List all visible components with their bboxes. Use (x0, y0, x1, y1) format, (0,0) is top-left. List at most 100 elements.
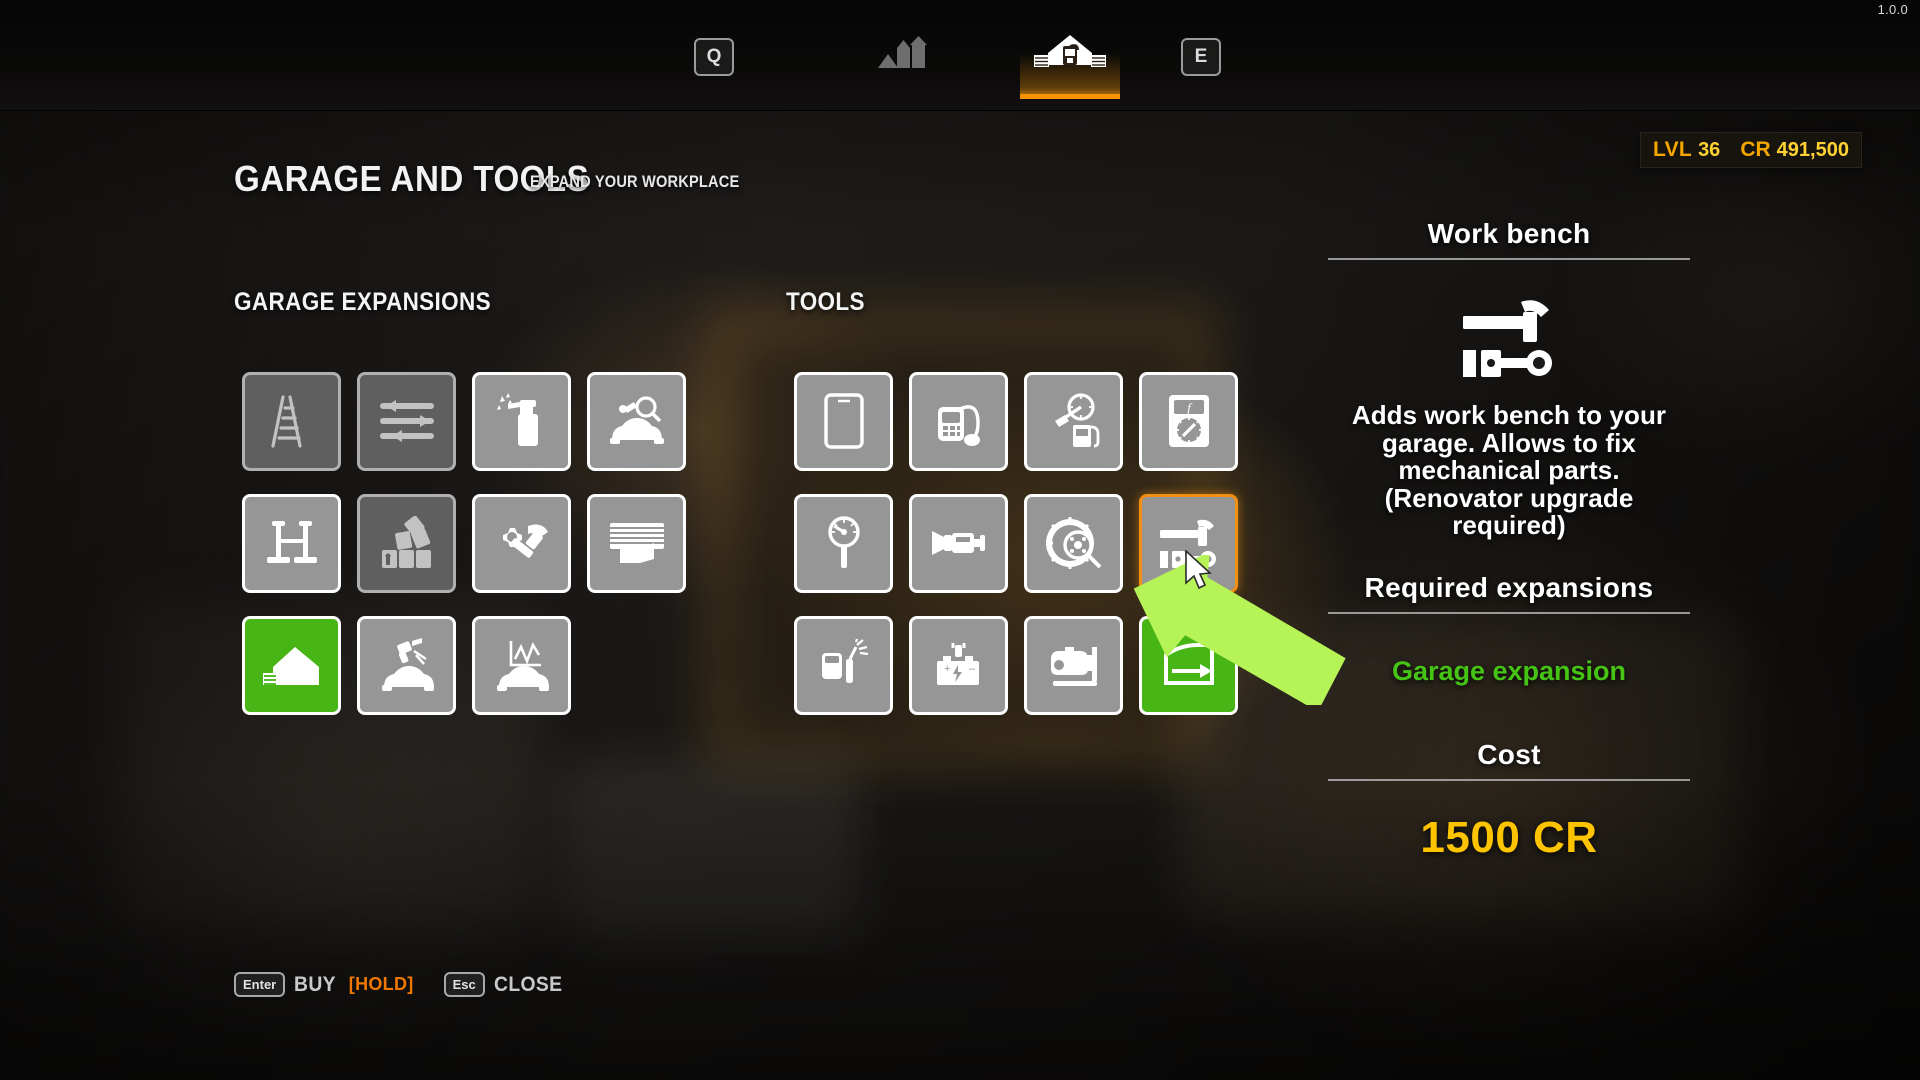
welder-icon (816, 639, 872, 691)
tile-fuel-tester[interactable] (1024, 371, 1123, 471)
tile-garage-build[interactable] (357, 493, 456, 593)
garage-expansions-grid (234, 360, 694, 726)
car-chart-icon (491, 637, 553, 693)
grid-cell (901, 360, 1016, 482)
spray-bottle-icon (494, 392, 550, 450)
tile-tuning-sliders[interactable] (357, 371, 456, 471)
close-label: CLOSE (493, 972, 563, 996)
workbench-hammer-icon (1328, 294, 1690, 378)
cost-amount: 1500 (1420, 812, 1521, 862)
fuel-gauge-icon (1043, 393, 1105, 449)
credits-label: CR (1740, 138, 1771, 161)
garage-door-icon (606, 519, 668, 567)
car-door-icon (1160, 641, 1218, 689)
grid-cell (349, 482, 464, 604)
grid-cell (1016, 482, 1131, 604)
level-label: LVL (1653, 138, 1693, 161)
grid-cell (786, 360, 901, 482)
garage-building-icon (1034, 33, 1106, 78)
grid-cell: + – (901, 604, 1016, 726)
mouse-cursor (1184, 549, 1214, 597)
credits-value: 491,500 (1776, 138, 1849, 161)
tile-spray-bottle[interactable] (472, 371, 571, 471)
tile-brake-tester[interactable] (1024, 493, 1123, 593)
cylinder-tool-icon (928, 523, 990, 563)
next-tab-key-hint[interactable]: E (1181, 38, 1221, 76)
grid-cell: f (1131, 360, 1246, 482)
grid-cell (579, 482, 694, 604)
tile-engine-stand[interactable] (1024, 615, 1123, 715)
divider (1328, 611, 1690, 614)
tile-battery-charger[interactable]: + – (909, 615, 1008, 715)
grid-cell (234, 604, 349, 726)
battery-charger-icon: + – (931, 639, 987, 691)
status-bar: LVL 36 CR 491,500 (1640, 132, 1862, 168)
ladder-icon (266, 393, 318, 449)
pressure-gauge-icon (820, 514, 868, 572)
tile-car-inspection[interactable] (587, 371, 686, 471)
cost-value: 1500 CR (1328, 813, 1690, 863)
car-magnifier-icon (606, 394, 668, 448)
page-subtitle: EXPAND YOUR WORKPLACE (530, 172, 740, 191)
tile-paint-shop[interactable] (357, 615, 456, 715)
detail-panel: Work bench Adds work bench to your garag… (1328, 218, 1690, 863)
grid-cell (1016, 360, 1131, 482)
tile-obd-scanner[interactable] (909, 371, 1008, 471)
svg-text:–: – (969, 663, 976, 675)
tile-car-lift[interactable] (242, 493, 341, 593)
tab-garage[interactable] (1020, 12, 1120, 99)
close-key-hint: Esc (443, 972, 485, 997)
spray-gun-car-icon (376, 637, 438, 693)
tile-garage-door[interactable] (587, 493, 686, 593)
level-value: 36 (1698, 138, 1721, 161)
tile-compression-tester[interactable] (794, 493, 893, 593)
tile-garage-expansion[interactable] (242, 615, 341, 715)
gear-hammer-icon (492, 516, 552, 570)
cost-currency: CR (1533, 812, 1598, 862)
tab-skills[interactable] (855, 12, 955, 99)
tile-door-tool[interactable] (1139, 615, 1238, 715)
sliders-icon (376, 397, 438, 445)
grid-cell (349, 604, 464, 726)
buy-key-hint: Enter (234, 972, 286, 997)
detail-description: Adds work bench to your garage. Allows t… (1351, 400, 1667, 541)
car-lift-icon (263, 517, 321, 569)
version-label: 1.0.0 (1877, 2, 1908, 17)
action-bar: Enter BUY [HOLD] Esc CLOSE (234, 972, 568, 997)
grid-cell (1016, 604, 1131, 726)
section-title-tools: TOOLS (786, 288, 865, 316)
grid-cell (786, 482, 901, 604)
grid-cell (1131, 604, 1246, 726)
top-navigation-bar: 1.0.0 Q E (0, 0, 1920, 111)
tile-cylinder-tester[interactable] (909, 493, 1008, 593)
requirements-title: Required expansions (1364, 571, 1654, 603)
grid-cell (901, 482, 1016, 604)
divider (1328, 258, 1690, 260)
buy-label: BUY (294, 972, 337, 996)
grid-cell (234, 482, 349, 604)
house-garage-icon (261, 641, 323, 689)
grid-cell (464, 482, 579, 604)
grid-cell (234, 360, 349, 482)
grid-cell (464, 604, 579, 726)
engine-stand-icon (1043, 641, 1105, 689)
obd-scanner-icon (930, 393, 988, 449)
grid-cell (579, 360, 694, 482)
tools-grid: f + – (786, 360, 1246, 726)
tile-tablet[interactable] (794, 371, 893, 471)
tile-ladder[interactable] (242, 371, 341, 471)
tile-test-path[interactable] (472, 615, 571, 715)
tile-renovator[interactable] (472, 493, 571, 593)
multimeter-icon: f (1164, 392, 1214, 450)
grid-cell (464, 360, 579, 482)
prev-tab-key-hint[interactable]: Q (694, 38, 734, 76)
grid-cell (349, 360, 464, 482)
grid-cell (786, 604, 901, 726)
buy-action[interactable]: Enter BUY [HOLD] (234, 972, 414, 997)
tile-multimeter[interactable]: f (1139, 371, 1238, 471)
bars-growth-icon (876, 36, 934, 75)
detail-title: Work bench (1427, 218, 1591, 249)
close-action[interactable]: Esc CLOSE (443, 972, 568, 997)
buy-hold-hint: [HOLD] (348, 974, 414, 994)
tile-welder[interactable] (794, 615, 893, 715)
